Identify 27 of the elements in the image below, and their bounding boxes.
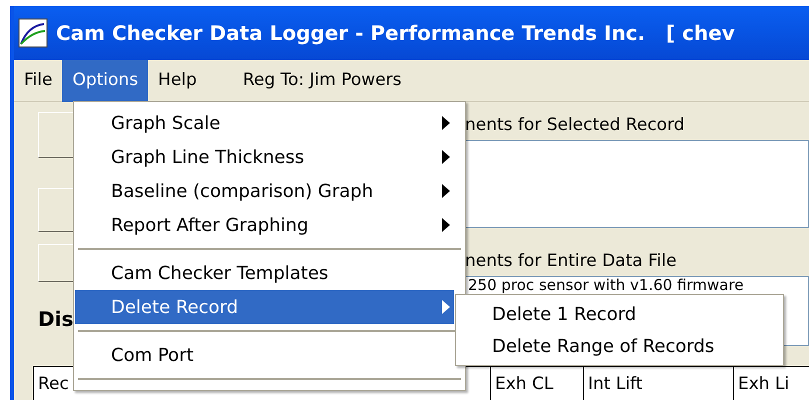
column-header: Exh CL: [491, 367, 584, 400]
menu-option[interactable]: Baseline (comparison) Graph: [75, 174, 454, 208]
submenu-arrow-icon: [442, 218, 450, 232]
window-title: Cam Checker Data Logger - Performance Trends Inc. [ chev: [56, 20, 735, 47]
submenu-arrow-icon: [442, 150, 450, 164]
menu-option[interactable]: Graph Scale: [75, 106, 454, 140]
submenu-arrow-icon: [442, 116, 450, 130]
submenu-arrow-icon: [442, 300, 450, 314]
submenu-option[interactable]: Delete Range of Records: [456, 330, 783, 362]
display-label: Dis: [38, 307, 74, 331]
panel-title: nents for Selected Record: [465, 114, 686, 137]
registration-text: Reg To: Jim Powers: [242, 68, 402, 92]
column-header: Exh Li: [734, 367, 809, 400]
panel-title: nents for Entire Data File: [465, 250, 678, 273]
column-header: Int Lift: [584, 367, 734, 400]
submenu-option[interactable]: Delete 1 Record: [456, 298, 783, 330]
app-logo-icon: [18, 18, 48, 48]
menu-option[interactable]: Graph Line Thickness: [75, 140, 454, 174]
submenu-arrow-icon: [442, 184, 450, 198]
menu-option[interactable]: Cam Checker Templates: [75, 256, 454, 290]
menu-option[interactable]: Delete Record: [75, 290, 454, 324]
comments-field[interactable]: [465, 140, 809, 228]
menu-item[interactable]: Help: [148, 60, 207, 102]
menu-option[interactable]: Report After Graphing: [75, 208, 454, 242]
comments-text: 250 proc sensor with v1.60 firmware: [468, 277, 744, 294]
menu-item[interactable]: File: [14, 60, 62, 102]
menu-item[interactable]: Options: [62, 60, 148, 102]
